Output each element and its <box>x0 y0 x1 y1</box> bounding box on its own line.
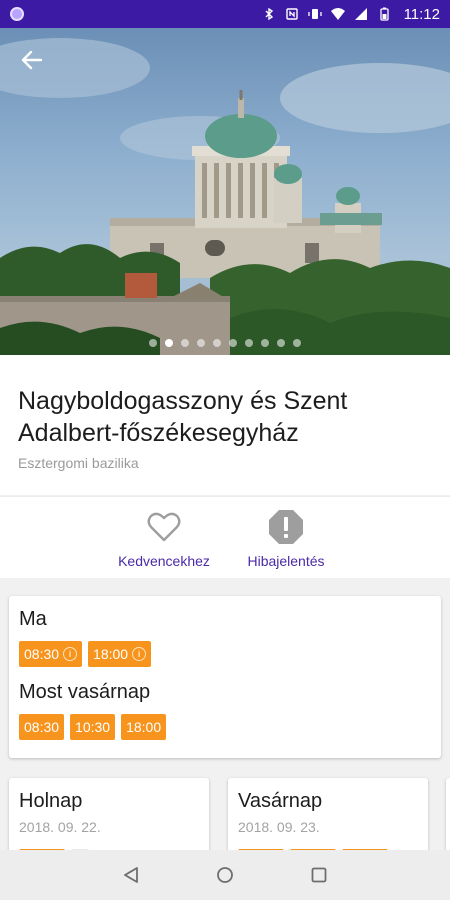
action-bar: Kedvencekhez Hibajelentés <box>0 496 450 578</box>
vibrate-icon <box>307 9 322 19</box>
report-label: Hibajelentés <box>247 553 325 569</box>
info-icon: i <box>63 647 78 661</box>
mass-time-chip[interactable]: 08:30 <box>19 714 65 740</box>
sunday-title: Vasárnap <box>238 790 323 812</box>
status-icons: 11:12 <box>262 6 440 23</box>
report-button[interactable]: Hibajelentés <box>226 507 346 569</box>
today-title: Ma <box>19 608 47 630</box>
mass-time: 10:30 <box>75 719 111 735</box>
carousel-dot[interactable] <box>293 339 301 347</box>
tomorrow-title: Holnap <box>19 790 83 812</box>
place-header: Nagyboldogasszony és Szent Adalbert-fősz… <box>0 355 450 495</box>
system-nav-bar <box>0 850 450 900</box>
mass-time-chip[interactable]: 18:00 <box>121 714 167 740</box>
mass-time: 18:00 <box>93 646 129 662</box>
nav-recents-button[interactable] <box>307 863 331 887</box>
today-schedule-card[interactable]: Ma 08:30 i 18:00 i Most vasárnap 08:30 1… <box>9 596 441 758</box>
carousel-dot[interactable] <box>229 339 237 347</box>
tomorrow-date: 2018. 09. 22. <box>19 819 101 835</box>
back-button[interactable] <box>14 42 50 78</box>
sunday-now-title: Most vasárnap <box>19 681 151 703</box>
mass-time: 08:30 <box>24 646 60 662</box>
battery-icon <box>379 7 389 21</box>
basilica-photo <box>0 38 450 355</box>
status-time: 11:12 <box>403 5 440 23</box>
today-times: 08:30 i 18:00 i <box>19 641 431 667</box>
sunday-now-times: 08:30 10:30 18:00 <box>19 714 431 740</box>
nfc-icon <box>285 8 298 20</box>
nav-home-button[interactable] <box>213 863 237 887</box>
triangle-back-icon <box>124 867 138 883</box>
square-recents-icon <box>311 867 327 883</box>
carousel-dot[interactable] <box>245 339 253 347</box>
status-bar: 11:12 <box>0 0 450 28</box>
carousel-dot[interactable] <box>197 339 205 347</box>
place-title: Nagyboldogasszony és Szent Adalbert-fősz… <box>18 387 348 447</box>
heart-outline-icon <box>147 512 181 542</box>
carousel-indicator <box>0 339 450 347</box>
signal-icon <box>354 8 367 20</box>
carousel-dot[interactable] <box>149 339 157 347</box>
circle-home-icon <box>217 867 233 883</box>
mass-time-chip[interactable]: 10:30 <box>70 714 116 740</box>
sunday-date: 2018. 09. 23. <box>238 819 320 835</box>
nav-back-button[interactable] <box>119 863 143 887</box>
mass-time: 08:30 <box>24 719 60 735</box>
arrow-back-icon <box>21 50 43 70</box>
carousel-dot[interactable] <box>277 339 285 347</box>
carousel-dot[interactable] <box>181 339 189 347</box>
carousel-dot[interactable] <box>261 339 269 347</box>
info-icon: i <box>132 647 147 661</box>
hero-image-carousel[interactable] <box>0 28 450 355</box>
wifi-icon <box>330 8 345 20</box>
alert-icon <box>269 510 303 544</box>
carousel-dot[interactable] <box>165 339 173 347</box>
notification-icon <box>10 7 24 21</box>
favorite-button[interactable]: Kedvencekhez <box>104 507 224 569</box>
mass-time: 18:00 <box>126 719 162 735</box>
place-subtitle: Esztergomi bazilika <box>18 455 139 471</box>
mass-time-chip[interactable]: 08:30 i <box>19 641 83 667</box>
favorite-label: Kedvencekhez <box>118 553 210 569</box>
bluetooth-icon <box>265 7 273 21</box>
carousel-dot[interactable] <box>213 339 221 347</box>
mass-time-chip[interactable]: 18:00 i <box>88 641 152 667</box>
